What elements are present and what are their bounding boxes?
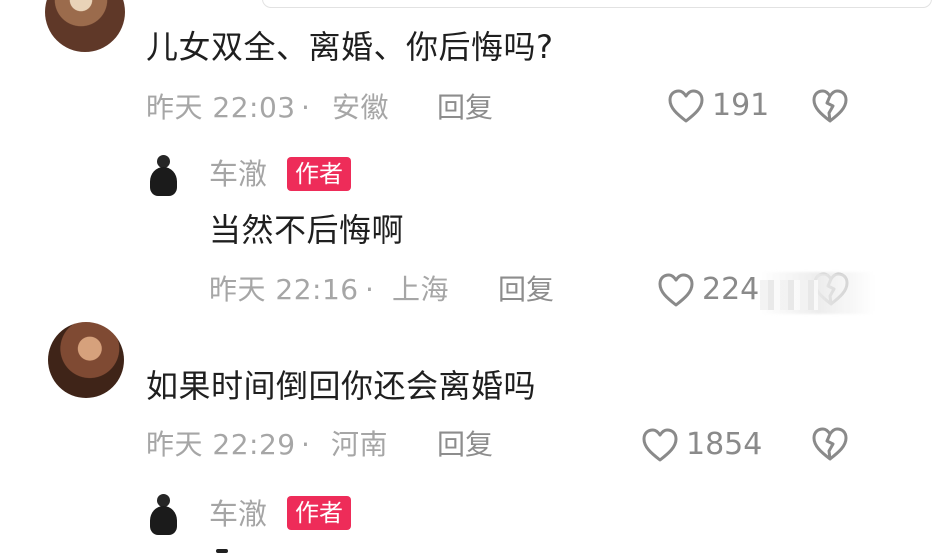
- top-search-bar[interactable]: [262, 0, 932, 8]
- comment-text: 如果时间倒回你还会离婚吗: [146, 367, 537, 405]
- like-count: 1854: [686, 427, 763, 462]
- author-reply-text: 当然不后悔啊: [209, 211, 405, 249]
- author-reply-location: 上海: [392, 273, 450, 306]
- comment-location: 安徽: [332, 91, 390, 124]
- heart-icon: [656, 272, 696, 308]
- like-button[interactable]: 191: [666, 88, 769, 124]
- like-count: 224: [702, 272, 760, 307]
- author-reply-time: 昨天 22:16: [209, 273, 359, 306]
- broken-heart-icon: [810, 88, 850, 124]
- like-count: 191: [712, 88, 770, 123]
- like-button[interactable]: 224: [656, 272, 759, 308]
- like-button[interactable]: 1854: [640, 427, 762, 463]
- author-name[interactable]: 车澈: [209, 160, 267, 189]
- commenter-avatar[interactable]: [45, 0, 125, 52]
- heart-icon: [640, 427, 680, 463]
- broken-heart-icon: [810, 426, 850, 462]
- author-name[interactable]: 车澈: [209, 500, 267, 529]
- reply-button[interactable]: 回复: [437, 94, 493, 122]
- comment-text: 儿女双全、离婚、你后悔吗?: [146, 28, 554, 66]
- comment-time: 昨天 22:29: [146, 428, 296, 461]
- author-avatar-body: [150, 506, 177, 535]
- reply-button[interactable]: 回复: [437, 431, 493, 459]
- author-avatar-body: [150, 167, 177, 196]
- author-badge: 作者: [287, 157, 351, 191]
- meta-separator: ·: [365, 273, 375, 306]
- author-avatar[interactable]: [148, 494, 180, 536]
- author-avatar[interactable]: [148, 155, 180, 197]
- comment-time: 昨天 22:03: [146, 91, 296, 124]
- commenter-avatar[interactable]: [48, 322, 124, 398]
- reply-button[interactable]: 回复: [498, 276, 554, 304]
- author-badge: 作者: [287, 496, 351, 530]
- meta-separator: ·: [301, 428, 311, 461]
- meta-separator: ·: [301, 91, 311, 124]
- comment-location: 河南: [331, 428, 389, 461]
- dislike-button[interactable]: [810, 88, 850, 124]
- blurred-overlay: [760, 280, 818, 310]
- cropped-text-fragment: [216, 549, 228, 553]
- heart-icon: [666, 88, 706, 124]
- dislike-button[interactable]: [810, 426, 850, 462]
